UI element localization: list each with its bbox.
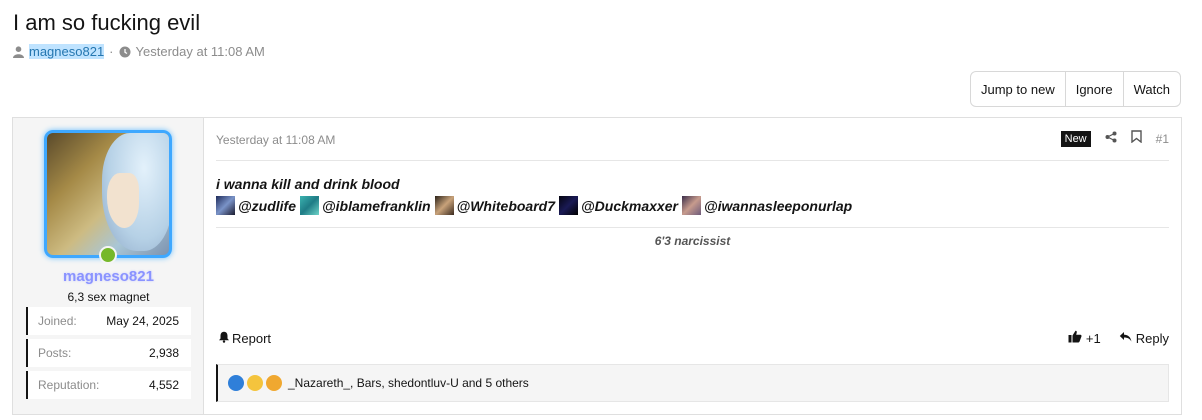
user-icon: [13, 45, 24, 58]
thread-button-group: Jump to new Ignore Watch: [970, 71, 1181, 107]
signature-divider: [216, 227, 1169, 228]
mention-avatar: [681, 196, 701, 215]
user-signature: 6'3 narcissist: [654, 234, 731, 248]
post-date[interactable]: Yesterday at 11:08 AM: [216, 133, 335, 147]
post-username[interactable]: magneso821: [13, 268, 204, 285]
stat-label: Joined:: [38, 314, 77, 328]
user-stat-reputation: Reputation: 4,552: [26, 371, 191, 399]
new-badge: New: [1060, 131, 1091, 147]
thread-title: I am so fucking evil: [13, 10, 201, 35]
message-mentions-line: @zudlife @iblamefranklin @Whiteboard7 @D…: [216, 196, 856, 215]
post-footer-actions: +1 Reply: [1068, 330, 1169, 346]
reply-button[interactable]: Reply: [1119, 331, 1169, 346]
mention-link[interactable]: @zudlife: [238, 198, 296, 214]
post-body: Yesterday at 11:08 AM New #1 i wanna kil…: [216, 118, 1169, 414]
stat-value[interactable]: 2,938: [149, 346, 179, 360]
bookmark-icon[interactable]: [1130, 130, 1142, 148]
stat-label: Reputation:: [38, 378, 100, 392]
mention-avatar: [559, 196, 578, 215]
post-header-actions: New #1: [1060, 130, 1169, 148]
report-label: Report: [232, 331, 272, 346]
user-stat-posts: Posts: 2,938: [26, 339, 191, 367]
ignore-button[interactable]: Ignore: [1066, 72, 1124, 106]
message-text-line: i wanna kill and drink blood: [216, 176, 400, 192]
mention-link[interactable]: @Whiteboard7: [457, 198, 555, 214]
post-user-column: magneso821 6,3 sex magnet Joined: May 24…: [13, 118, 204, 414]
wow-reaction-icon: [266, 375, 282, 391]
like-reaction-icon: [228, 375, 244, 391]
thread-meta: magneso821 · Yesterday at 11:08 AM: [13, 44, 265, 59]
mention-link[interactable]: @Duckmaxxer: [581, 198, 678, 214]
stat-value: 4,552: [148, 378, 179, 392]
mention[interactable]: @Whiteboard7: [434, 196, 555, 215]
jump-to-new-button[interactable]: Jump to new: [971, 72, 1066, 106]
post-number-link[interactable]: #1: [1156, 132, 1169, 146]
mention[interactable]: @zudlife: [216, 196, 296, 215]
meta-separator: ·: [109, 44, 114, 59]
laughing-reaction-icon: [247, 375, 263, 391]
user-avatar[interactable]: [44, 130, 172, 258]
reactions-bar[interactable]: _Nazareth_, Bars, shedontluv-U and 5 oth…: [216, 364, 1169, 402]
post-divider: [216, 160, 1169, 161]
thread-date[interactable]: Yesterday at 11:08 AM: [136, 44, 265, 59]
stat-label: Posts:: [38, 346, 72, 360]
mention-avatar: [299, 196, 319, 215]
reply-label: Reply: [1135, 330, 1169, 346]
clock-icon: [119, 46, 131, 58]
mention[interactable]: @iblamefranklin: [299, 196, 431, 215]
bell-icon: [218, 331, 230, 346]
mention-link[interactable]: @iwannasleeponurlap: [704, 198, 852, 214]
thumbs-up-icon: [1068, 330, 1082, 346]
watch-button[interactable]: Watch: [1124, 72, 1180, 106]
user-title: 6,3 sex magnet: [67, 290, 150, 304]
stat-value: May 24, 2025: [106, 314, 179, 328]
post: magneso821 6,3 sex magnet Joined: May 24…: [12, 117, 1182, 415]
user-stat-joined: Joined: May 24, 2025: [26, 307, 191, 335]
avatar-face: [107, 173, 139, 228]
online-status-indicator: [99, 246, 117, 264]
mention-avatar: [434, 196, 454, 215]
mention[interactable]: @Duckmaxxer: [559, 196, 678, 215]
report-button[interactable]: Report: [218, 331, 271, 346]
reply-arrow-icon: [1119, 331, 1132, 346]
thread-author-link[interactable]: magneso821: [29, 44, 105, 59]
reactions-list[interactable]: _Nazareth_, Bars, shedontluv-U and 5 oth…: [288, 376, 529, 390]
share-icon[interactable]: [1105, 130, 1117, 148]
mention[interactable]: @iwannasleeponurlap: [681, 196, 852, 215]
like-button[interactable]: +1: [1068, 330, 1101, 346]
mention-avatar: [216, 196, 235, 215]
like-count: +1: [1085, 330, 1101, 346]
mention-link[interactable]: @iblamefranklin: [322, 198, 431, 214]
